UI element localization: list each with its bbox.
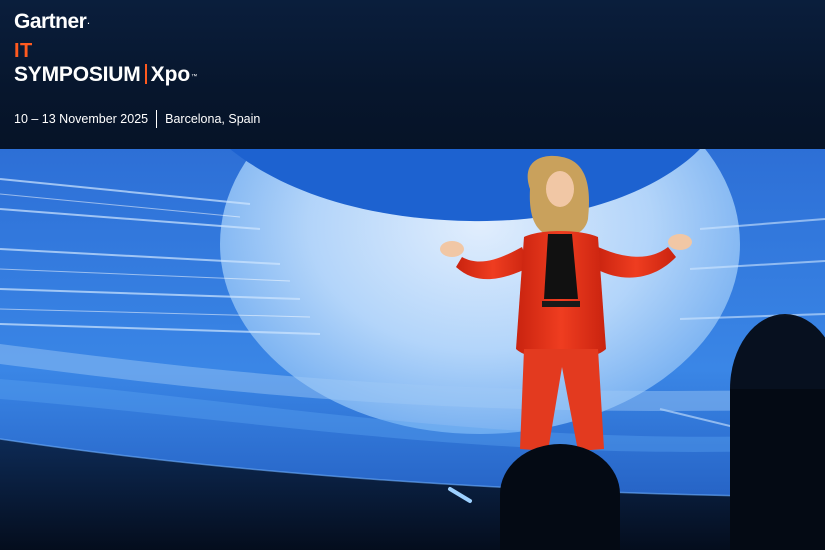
trademark: ™ <box>191 74 198 80</box>
event-prefix: IT <box>14 40 33 62</box>
event-meta: 10 – 13 November 2025 Barcelona, Spain <box>14 110 260 128</box>
event-suffix: Xpo <box>150 63 191 86</box>
event-location: Barcelona, Spain <box>165 112 261 126</box>
event-name: SYMPOSIUM <box>14 63 141 86</box>
meta-divider <box>156 110 158 128</box>
event-header: Gartner. IT SYMPOSIUM Xpo™ 10 – 13 Novemb… <box>0 0 825 149</box>
hero-image <box>0 149 825 550</box>
brand-text: Gartner <box>14 10 87 33</box>
event-date: 10 – 13 November 2025 <box>14 112 149 126</box>
event-title: SYMPOSIUM Xpo™ <box>14 62 197 90</box>
stage-photo <box>0 149 825 550</box>
brand-mark: . <box>87 17 90 26</box>
gartner-logo[interactable]: Gartner. <box>14 10 90 34</box>
title-divider <box>144 64 147 84</box>
